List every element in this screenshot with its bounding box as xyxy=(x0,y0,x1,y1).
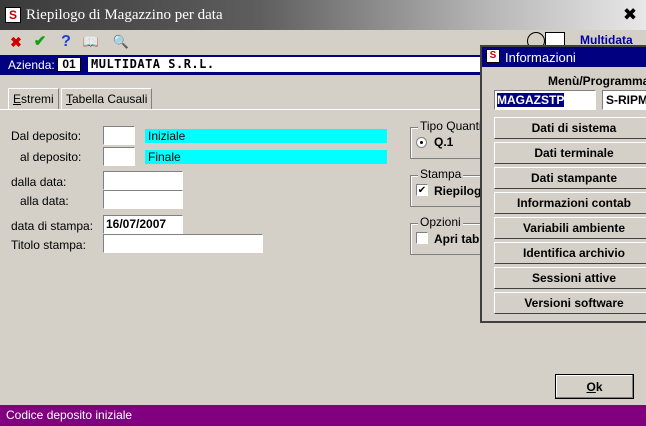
ok-accel: O xyxy=(586,380,596,394)
dal-deposito-label: Dal deposito: xyxy=(11,129,82,143)
confirm-icon[interactable]: ✔ xyxy=(30,32,50,52)
alla-data-input[interactable] xyxy=(103,190,183,209)
info-title: Informazioni xyxy=(505,50,576,65)
azienda-label: Azienda: xyxy=(8,58,55,72)
al-deposito-input[interactable] xyxy=(103,147,135,166)
dati-stampante-button[interactable]: Dati stampante xyxy=(494,167,646,189)
al-deposito-description: Finale xyxy=(145,150,387,164)
dalla-data-label: dalla data: xyxy=(11,175,67,189)
app-icon: S xyxy=(5,7,21,23)
titolo-stampa-input[interactable] xyxy=(103,234,263,253)
dati-sistema-button[interactable]: Dati di sistema xyxy=(494,117,646,139)
menu-programma-label: Menù/Programma xyxy=(548,74,646,88)
tab-estremi-label: stremi xyxy=(21,92,54,106)
close-button[interactable]: ✖ xyxy=(620,5,640,25)
tab-estremi[interactable]: Estremi xyxy=(8,88,59,109)
identifica-archivio-button[interactable]: Identifica archivio xyxy=(494,242,646,264)
status-text: Codice deposito iniziale xyxy=(6,408,133,422)
q1-radio[interactable] xyxy=(416,137,427,148)
info-app-icon: S xyxy=(486,49,500,63)
menu-value: MAGAZSTP xyxy=(497,93,565,107)
window-title: Riepilogo di Magazzino per data xyxy=(26,7,223,23)
azienda-name: MULTIDATA S.R.L. xyxy=(88,57,488,72)
opzioni-title: Opzioni xyxy=(418,215,463,229)
book-icon[interactable]: 📖 xyxy=(81,32,101,52)
q1-label: Q.1 xyxy=(434,135,454,149)
help-icon[interactable]: ? xyxy=(56,32,76,52)
cancel-icon[interactable]: ✖ xyxy=(6,32,26,52)
tipo-quantita-title: Tipo Quantit xyxy=(418,119,487,133)
dati-terminale-button[interactable]: Dati terminale xyxy=(494,142,646,164)
sessioni-attive-button[interactable]: Sessioni attive xyxy=(494,267,646,289)
apri-tab-label: Apri tab xyxy=(434,232,480,246)
dal-deposito-description: Iniziale xyxy=(145,129,387,143)
info-title-bar: S Informazioni xyxy=(482,47,646,67)
ok-button[interactable]: Ok xyxy=(555,374,634,399)
titolo-stampa-label: Titolo stampa: xyxy=(11,238,86,252)
status-bar: Codice deposito iniziale xyxy=(0,405,646,426)
riepilogo-checkbox[interactable]: ✔ xyxy=(416,184,428,196)
data-stampa-input[interactable]: 16/07/2007 xyxy=(103,215,183,234)
search-icon[interactable]: 🔍 xyxy=(111,32,131,52)
informazioni-contab-button[interactable]: Informazioni contab xyxy=(494,192,646,214)
riepilogo-label: Riepilog xyxy=(434,184,482,198)
azienda-code: 01 xyxy=(57,57,81,72)
data-stampa-label: data di stampa: xyxy=(11,219,94,233)
dalla-data-input[interactable] xyxy=(103,171,183,190)
apri-tab-checkbox[interactable] xyxy=(416,232,428,244)
menu-field[interactable]: MAGAZSTP xyxy=(494,90,596,110)
tab-divider xyxy=(0,109,480,110)
al-deposito-label: al deposito: xyxy=(20,150,82,164)
ok-label: k xyxy=(595,380,603,394)
alla-data-label: alla data: xyxy=(20,194,69,208)
tab-tabella-causali[interactable]: Tabella Causali xyxy=(61,88,153,109)
radio-dot-icon xyxy=(420,141,423,144)
dal-deposito-input[interactable] xyxy=(103,126,135,145)
tab-causali-label: abella Causali xyxy=(72,92,148,106)
title-bar: S Riepilogo di Magazzino per data ✖ xyxy=(0,0,646,30)
versioni-software-button[interactable]: Versioni software xyxy=(494,292,646,314)
stampa-title: Stampa xyxy=(418,167,464,181)
program-field[interactable]: S-RIPM xyxy=(602,90,646,110)
tab-estremi-accel: E xyxy=(13,92,22,106)
variabili-ambiente-button[interactable]: Variabili ambiente xyxy=(494,217,646,239)
informazioni-dialog: S Informazioni Menù/Programma MAGAZSTP S… xyxy=(480,45,646,323)
